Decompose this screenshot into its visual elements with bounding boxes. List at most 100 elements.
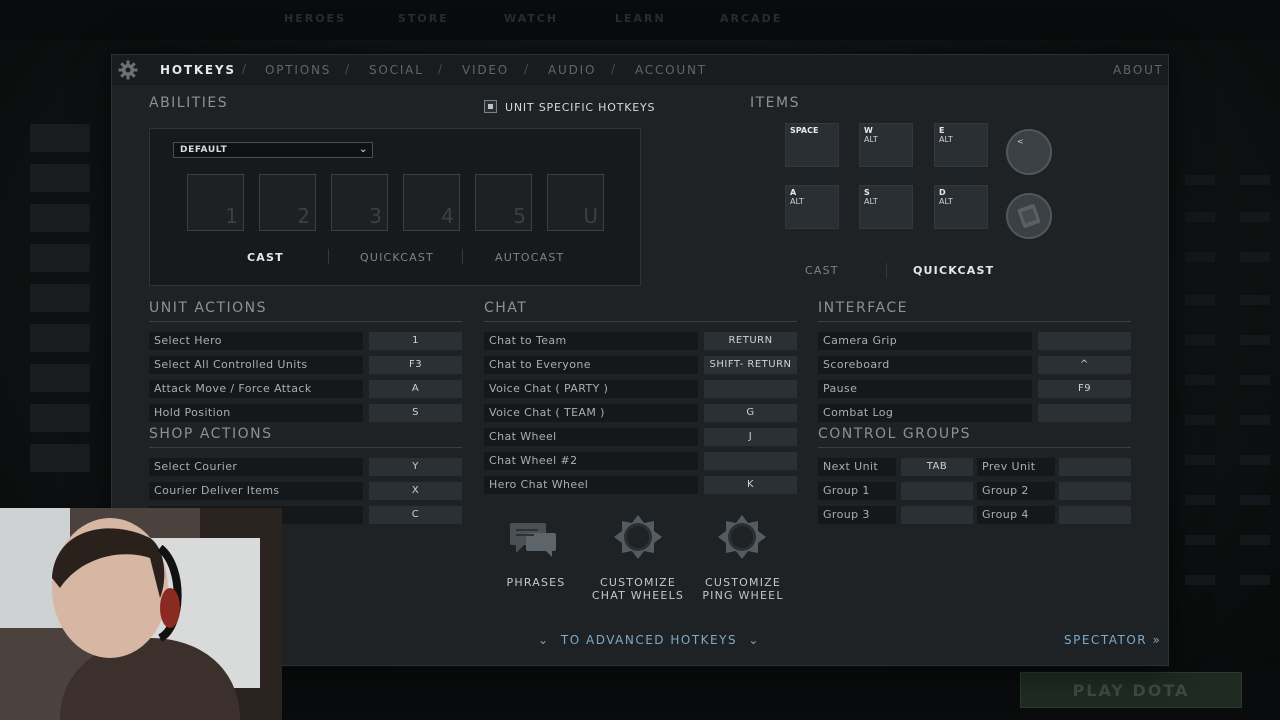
items-title: ITEMS — [750, 95, 800, 111]
ability-slot-3[interactable]: 3 — [331, 174, 388, 231]
ability-slot-key: 2 — [297, 204, 310, 228]
customize-chat-wheels-line1[interactable]: CUSTOMIZE — [588, 576, 688, 589]
advanced-hotkeys-link[interactable]: ⌄ TO ADVANCED HOTKEYS ⌄ — [538, 633, 760, 647]
item-modifier: ALT — [864, 197, 878, 206]
binding-key[interactable]: C — [369, 506, 462, 524]
binding-key[interactable]: TAB — [901, 458, 973, 476]
binding-label: Chat to Everyone — [484, 356, 698, 374]
binding-label: Combat Log — [818, 404, 1032, 422]
binding-label: Chat Wheel — [484, 428, 698, 446]
interface-title: INTERFACE — [818, 300, 908, 316]
binding-key[interactable] — [1059, 482, 1131, 500]
webcam-overlay — [0, 508, 282, 720]
item-key: W — [864, 126, 873, 135]
tab-separator: / — [345, 62, 350, 76]
tab-audio[interactable]: AUDIO — [548, 63, 596, 77]
chevron-down-icon: ⌄ — [748, 633, 760, 647]
section-divider — [484, 321, 797, 322]
binding-label: Scoreboard — [818, 356, 1032, 374]
item-slot-4[interactable]: A ALT — [785, 185, 839, 229]
binding-key[interactable]: Y — [369, 458, 462, 476]
binding-key[interactable] — [901, 482, 973, 500]
binding-key[interactable] — [901, 506, 973, 524]
item-slot-6[interactable]: D ALT — [934, 185, 988, 229]
customize-ping-wheel-line1[interactable]: CUSTOMIZE — [693, 576, 793, 589]
customize-ping-wheel-line2[interactable]: PING WHEEL — [693, 589, 793, 602]
unit-specific-hotkeys-checkbox[interactable] — [484, 100, 497, 113]
tab-options[interactable]: OPTIONS — [265, 63, 331, 77]
binding-key[interactable] — [1038, 404, 1131, 422]
tab-video[interactable]: VIDEO — [462, 63, 509, 77]
binding-key[interactable]: ^ — [1038, 356, 1131, 374]
binding-key[interactable]: 1 — [369, 332, 462, 350]
item-slot-5[interactable]: S ALT — [859, 185, 913, 229]
section-divider — [818, 447, 1131, 448]
item-key: D — [939, 188, 946, 197]
binding-key[interactable]: J — [704, 428, 797, 446]
section-divider — [149, 321, 462, 322]
tab-hotkeys[interactable]: HOTKEYS — [160, 63, 236, 77]
ability-slot-4[interactable]: 4 — [403, 174, 460, 231]
tab-separator: / — [524, 62, 529, 76]
binding-key[interactable] — [1059, 506, 1131, 524]
tab-separator: / — [438, 62, 443, 76]
item-modifier: ALT — [864, 135, 878, 144]
binding-label: Group 1 — [818, 482, 896, 500]
hotkey-preset-dropdown[interactable]: DEFAULT ⌄ — [173, 142, 373, 158]
binding-key[interactable]: RETURN — [704, 332, 797, 350]
binding-key[interactable]: S — [369, 404, 462, 422]
binding-label: Pause — [818, 380, 1032, 398]
binding-key[interactable]: X — [369, 482, 462, 500]
gear-icon[interactable] — [118, 60, 138, 80]
binding-key[interactable]: A — [369, 380, 462, 398]
ability-slot-1[interactable]: 1 — [187, 174, 244, 231]
item-slot-2[interactable]: W ALT — [859, 123, 913, 167]
spectator-label: SPECTATOR — [1064, 633, 1148, 647]
mode-separator — [886, 263, 887, 278]
item-slot-3[interactable]: E ALT — [934, 123, 988, 167]
abilities-title: ABILITIES — [149, 95, 229, 111]
item-slot-1[interactable]: SPACE — [785, 123, 839, 167]
binding-key[interactable]: G — [704, 404, 797, 422]
tab-account[interactable]: ACCOUNT — [635, 63, 707, 77]
ability-slot-ultimate[interactable]: U — [547, 174, 604, 231]
tab-about[interactable]: ABOUT — [1113, 63, 1164, 77]
item-key: SPACE — [790, 126, 819, 135]
binding-key[interactable]: SHIFT- RETURN — [704, 356, 797, 374]
item-modifier: ALT — [790, 197, 804, 206]
ability-slot-5[interactable]: 5 — [475, 174, 532, 231]
binding-key[interactable]: F9 — [1038, 380, 1131, 398]
binding-key[interactable] — [704, 380, 797, 398]
customize-chat-wheels-line2[interactable]: CHAT WHEELS — [588, 589, 688, 602]
chat-wheel-icon[interactable] — [608, 513, 668, 573]
ability-mode-cast[interactable]: CAST — [247, 251, 284, 264]
teleport-scroll-slot[interactable] — [1006, 193, 1052, 239]
phrases-label[interactable]: PHRASES — [498, 576, 574, 589]
phrases-icon[interactable] — [506, 515, 566, 575]
control-groups-title: CONTROL GROUPS — [818, 426, 971, 442]
play-dota-button[interactable]: PLAY DOTA — [1020, 672, 1242, 708]
item-mode-quickcast[interactable]: QUICKCAST — [913, 264, 994, 277]
binding-label: Camera Grip — [818, 332, 1032, 350]
binding-key[interactable]: F3 — [369, 356, 462, 374]
ability-mode-quickcast[interactable]: QUICKCAST — [360, 251, 434, 264]
binding-label: Chat Wheel #2 — [484, 452, 698, 470]
background-left-list — [0, 110, 110, 510]
binding-label: Select Hero — [149, 332, 363, 350]
binding-key[interactable] — [1059, 458, 1131, 476]
hotkey-preset-value: DEFAULT — [180, 145, 228, 155]
binding-label: Hero Chat Wheel — [484, 476, 698, 494]
binding-key[interactable] — [1038, 332, 1131, 350]
tab-social[interactable]: SOCIAL — [369, 63, 424, 77]
spectator-link[interactable]: SPECTATOR » — [1064, 633, 1161, 647]
ping-wheel-icon[interactable] — [712, 513, 772, 573]
item-mode-cast[interactable]: CAST — [805, 264, 839, 277]
ability-mode-autocast[interactable]: AUTOCAST — [495, 251, 564, 264]
neutral-item-slot[interactable]: < — [1006, 129, 1052, 175]
binding-key[interactable]: K — [704, 476, 797, 494]
neutral-item-key: < — [1017, 137, 1024, 146]
binding-key[interactable] — [704, 452, 797, 470]
ability-slot-2[interactable]: 2 — [259, 174, 316, 231]
bg-nav-store: STORE — [398, 12, 449, 25]
bg-nav-watch: WATCH — [504, 12, 559, 25]
